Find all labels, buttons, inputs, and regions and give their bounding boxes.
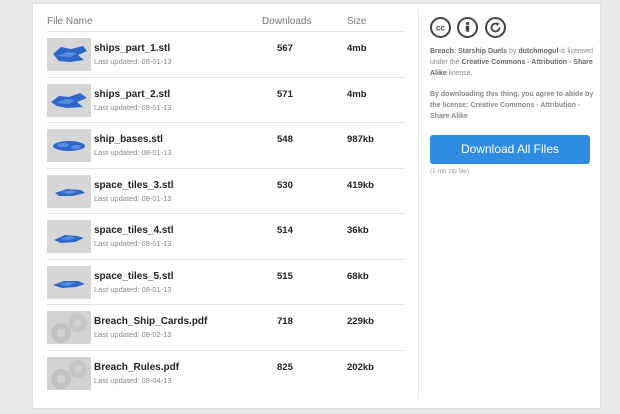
file-row[interactable]: Breach_Rules.pdf Last updated: 08-04-13 …: [47, 351, 405, 397]
share-alike-icon[interactable]: [484, 17, 506, 38]
file-downloads: 530: [277, 179, 293, 191]
file-size: 68kb: [347, 270, 369, 282]
file-size: 4mb: [347, 88, 367, 100]
file-list: ships_part_1.stl Last updated: 08-01-13 …: [47, 32, 405, 396]
ship-model-icon[interactable]: [47, 83, 91, 117]
file-updated: Last updated: 08-01-13: [94, 57, 172, 66]
file-downloads: 515: [277, 270, 293, 282]
file-downloads: 514: [277, 225, 293, 236]
thing-title-link[interactable]: Breach: Starship Duels: [430, 48, 507, 55]
file-name-link[interactable]: ship_bases.stl: [94, 134, 163, 145]
file-downloads: 718: [277, 316, 293, 327]
gears-icon[interactable]: [47, 311, 91, 344]
table-header: File Name Downloads Size: [47, 10, 405, 32]
download-all-button[interactable]: Download All Files: [430, 135, 590, 164]
file-name-link[interactable]: ships_part_2.stl: [94, 89, 170, 100]
file-row[interactable]: ship_bases.stl Last updated: 08-01-13 54…: [47, 123, 405, 169]
file-name-link[interactable]: space_tiles_4.stl: [94, 225, 174, 236]
file-row[interactable]: space_tiles_4.stl Last updated: 08-01-13…: [47, 214, 405, 260]
license-suffix: license.: [448, 70, 473, 77]
file-size: 229kb: [347, 316, 374, 327]
file-size: 202kb: [347, 361, 374, 373]
column-header-file-name: File Name: [47, 16, 93, 27]
file-name-link[interactable]: space_tiles_5.stl: [94, 271, 174, 282]
svg-text:cc: cc: [436, 24, 445, 33]
file-downloads: 571: [277, 88, 293, 100]
ship-model-icon[interactable]: [47, 38, 91, 71]
cc-icon[interactable]: cc: [430, 17, 451, 38]
file-downloads: 825: [277, 361, 293, 373]
zip-size-note: (1 mb zip file): [430, 168, 470, 175]
file-updated: Last updated: 08-01-13: [94, 193, 172, 203]
attribution-icon[interactable]: [457, 17, 479, 38]
author-link[interactable]: dutchmogul: [518, 48, 558, 55]
file-row[interactable]: Breach_Ship_Cards.pdf Last updated: 08-0…: [47, 305, 405, 351]
column-header-size: Size: [347, 16, 367, 27]
file-row[interactable]: space_tiles_3.stl Last updated: 08-01-13…: [47, 169, 405, 214]
file-downloads: 548: [277, 134, 293, 145]
file-updated: Last updated: 08-01-13: [94, 284, 172, 294]
file-row[interactable]: space_tiles_5.stl Last updated: 08-01-13…: [47, 260, 405, 305]
file-name-link[interactable]: ships_part_1.stl: [94, 43, 170, 54]
ship-model-icon[interactable]: [47, 129, 91, 162]
file-size: 987kb: [347, 134, 374, 145]
file-name-link[interactable]: space_tiles_3.stl: [94, 180, 174, 191]
file-name-link[interactable]: Breach_Rules.pdf: [94, 362, 179, 373]
file-updated: Last updated: 08-01-13: [94, 239, 172, 248]
ship-model-icon[interactable]: [47, 174, 91, 208]
file-name-link[interactable]: Breach_Ship_Cards.pdf: [94, 316, 207, 327]
gears-icon[interactable]: [47, 356, 91, 390]
column-header-downloads: Downloads: [262, 16, 312, 27]
file-updated: Last updated: 08-02-13: [94, 330, 172, 339]
file-updated: Last updated: 08-04-13: [94, 375, 172, 385]
file-row[interactable]: ships_part_2.stl Last updated: 08-01-13 …: [47, 78, 405, 123]
file-updated: Last updated: 08-01-13: [94, 148, 172, 157]
file-updated: Last updated: 08-01-13: [94, 102, 172, 112]
file-row[interactable]: ships_part_1.stl Last updated: 08-01-13 …: [47, 32, 405, 78]
license-icons: cc: [430, 17, 508, 41]
license-statement: Breach: Starship Duels by dutchmogul is …: [430, 46, 595, 79]
license-agreement-note: By downloading this thing, you agree to …: [430, 91, 594, 120]
file-downloads: 567: [277, 43, 293, 54]
ship-model-icon[interactable]: [47, 220, 91, 253]
file-size: 419kb: [347, 179, 374, 191]
ship-model-icon[interactable]: [47, 265, 91, 299]
file-size: 36kb: [347, 225, 369, 236]
file-size: 4mb: [347, 43, 367, 54]
column-divider: [418, 10, 419, 398]
by-text: by: [508, 48, 517, 55]
